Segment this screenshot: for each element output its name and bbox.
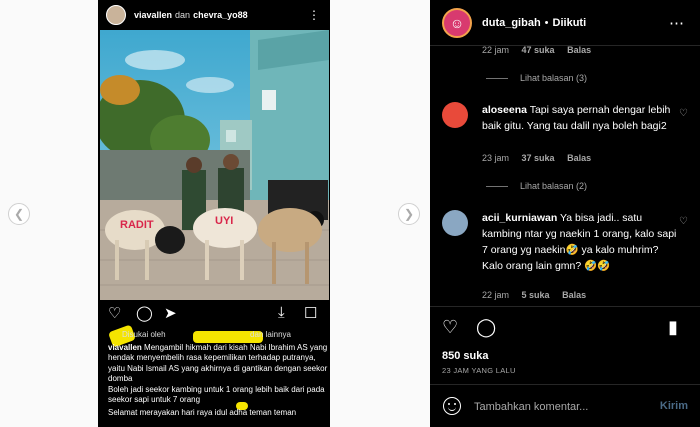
- send-icon: ➤: [164, 305, 177, 322]
- embedded-post-actions: ♡ ◯ ➤ ⤓ ☐: [98, 304, 330, 328]
- next-post-button[interactable]: ❯: [398, 203, 420, 225]
- comment-meta-row: 22 jam 5 suka Balas: [482, 290, 586, 300]
- comments-panel: ☺ duta_gibah • Diikuti ⋯ 22 jam 47 suka …: [430, 0, 700, 427]
- avatar[interactable]: [442, 210, 468, 236]
- comment-icon: ◯: [136, 305, 153, 322]
- media-pane: ❮ ❯ viavallen dan chevra_yo88 ⋮ RADIT UY…: [0, 0, 430, 427]
- chevron-right-icon: ❯: [403, 207, 415, 221]
- post-time-ago: 23 JAM YANG LALU: [442, 366, 516, 375]
- divider-line: [486, 77, 508, 79]
- comment-likes[interactable]: 5 suka: [522, 290, 550, 300]
- caption-line2: Boleh jadi seekor kambing untuk 1 orang …: [108, 384, 325, 405]
- caption-line3: Selamat merayakan hari raya idul adha te…: [108, 407, 297, 417]
- chevron-left-icon: ❮: [13, 207, 25, 221]
- liked-by-suffix: dan lainnya: [250, 330, 291, 339]
- comment-item: acii_kurniawan Ya bisa jadi.. satu kambi…: [442, 210, 692, 285]
- liked-by-line: Disukai oleh dan lainnya: [108, 330, 328, 341]
- comment-icon[interactable]: ◯: [476, 317, 496, 338]
- panel-header: ☺ duta_gibah • Diikuti ⋯: [430, 0, 700, 46]
- post-actions: ♡ ◯ ▮: [430, 306, 700, 346]
- caption-body: viavallen Mengambil hikmah dari kisah Na…: [108, 343, 328, 385]
- embedded-post-image: viavallen dan chevra_yo88 ⋮ RADIT UYI ♡ …: [98, 0, 330, 427]
- view-replies-button[interactable]: Lihat balasan (2): [486, 181, 587, 191]
- comment-item: aloseena Tapi saya pernah dengar lebih b…: [442, 102, 692, 160]
- comment-time: 22 jam: [482, 290, 510, 300]
- separator-dot: •: [544, 16, 549, 29]
- embedded-post-user: viavallen: [134, 10, 173, 20]
- reply-button[interactable]: Balas: [562, 290, 586, 300]
- embedded-post-caption: Disukai oleh dan lainnya viavallen Menga…: [108, 330, 328, 418]
- bookmark-icon[interactable]: ▮: [668, 317, 678, 338]
- avatar[interactable]: [442, 102, 468, 128]
- comment-input[interactable]: [474, 397, 654, 417]
- more-options-icon: ⋮: [308, 8, 320, 22]
- more-options-icon[interactable]: ⋯: [669, 14, 684, 32]
- post-photo: RADIT UYI: [100, 30, 329, 300]
- add-comment-bar: Kirim: [430, 384, 700, 427]
- liked-by-prefix: Disukai oleh: [122, 330, 166, 339]
- panel-username[interactable]: duta_gibah: [482, 17, 541, 29]
- comment-body: aloseena Tapi saya pernah dengar lebih b…: [482, 102, 680, 134]
- view-replies-button[interactable]: Lihat balasan (3): [486, 73, 587, 83]
- goat-label-uyi: UYI: [215, 215, 233, 227]
- avatar: [106, 5, 126, 25]
- heart-icon[interactable]: ♡: [679, 216, 688, 227]
- emoji-icon[interactable]: [443, 397, 461, 415]
- caption-user: viavallen: [108, 342, 142, 352]
- embedded-post-coauthor: chevra_yo88: [193, 10, 248, 20]
- comment-username[interactable]: acii_kurniawan: [482, 212, 557, 224]
- view-replies-label: Lihat balasan (3): [520, 73, 588, 83]
- view-replies-label: Lihat balasan (2): [520, 181, 588, 191]
- comment-likes[interactable]: 37 suka: [522, 153, 555, 163]
- heart-icon[interactable]: ♡: [442, 317, 458, 338]
- download-icon: ⤓: [278, 304, 285, 321]
- follow-status-button[interactable]: Diikuti: [553, 17, 587, 29]
- heart-icon: ♡: [108, 305, 122, 322]
- bookmark-icon: ☐: [304, 305, 318, 322]
- divider-line: [486, 185, 508, 187]
- embedded-post-header: viavallen dan chevra_yo88 ⋮: [98, 0, 330, 30]
- comment-meta-row: 22 jam 47 suka Balas: [482, 45, 591, 55]
- post-comment-button[interactable]: Kirim: [660, 400, 688, 412]
- comment-likes[interactable]: 47 suka: [522, 45, 555, 55]
- profile-face-icon: ☺: [449, 14, 465, 31]
- heart-icon[interactable]: ♡: [679, 108, 688, 119]
- comment-username[interactable]: aloseena: [482, 104, 527, 116]
- reply-button[interactable]: Balas: [567, 153, 591, 163]
- comment-time: 23 jam: [482, 153, 510, 163]
- reply-button[interactable]: Balas: [567, 45, 591, 55]
- comment-meta-row: 23 jam 37 suka Balas: [482, 153, 591, 163]
- previous-post-button[interactable]: ❮: [8, 203, 30, 225]
- embedded-post-and: dan: [175, 10, 191, 20]
- avatar[interactable]: ☺: [442, 7, 472, 38]
- comment-body: acii_kurniawan Ya bisa jadi.. satu kambi…: [482, 210, 680, 274]
- comment-time: 22 jam: [482, 45, 510, 55]
- like-count[interactable]: 850 suka: [442, 350, 488, 362]
- goat-label-radit: RADIT: [120, 219, 154, 231]
